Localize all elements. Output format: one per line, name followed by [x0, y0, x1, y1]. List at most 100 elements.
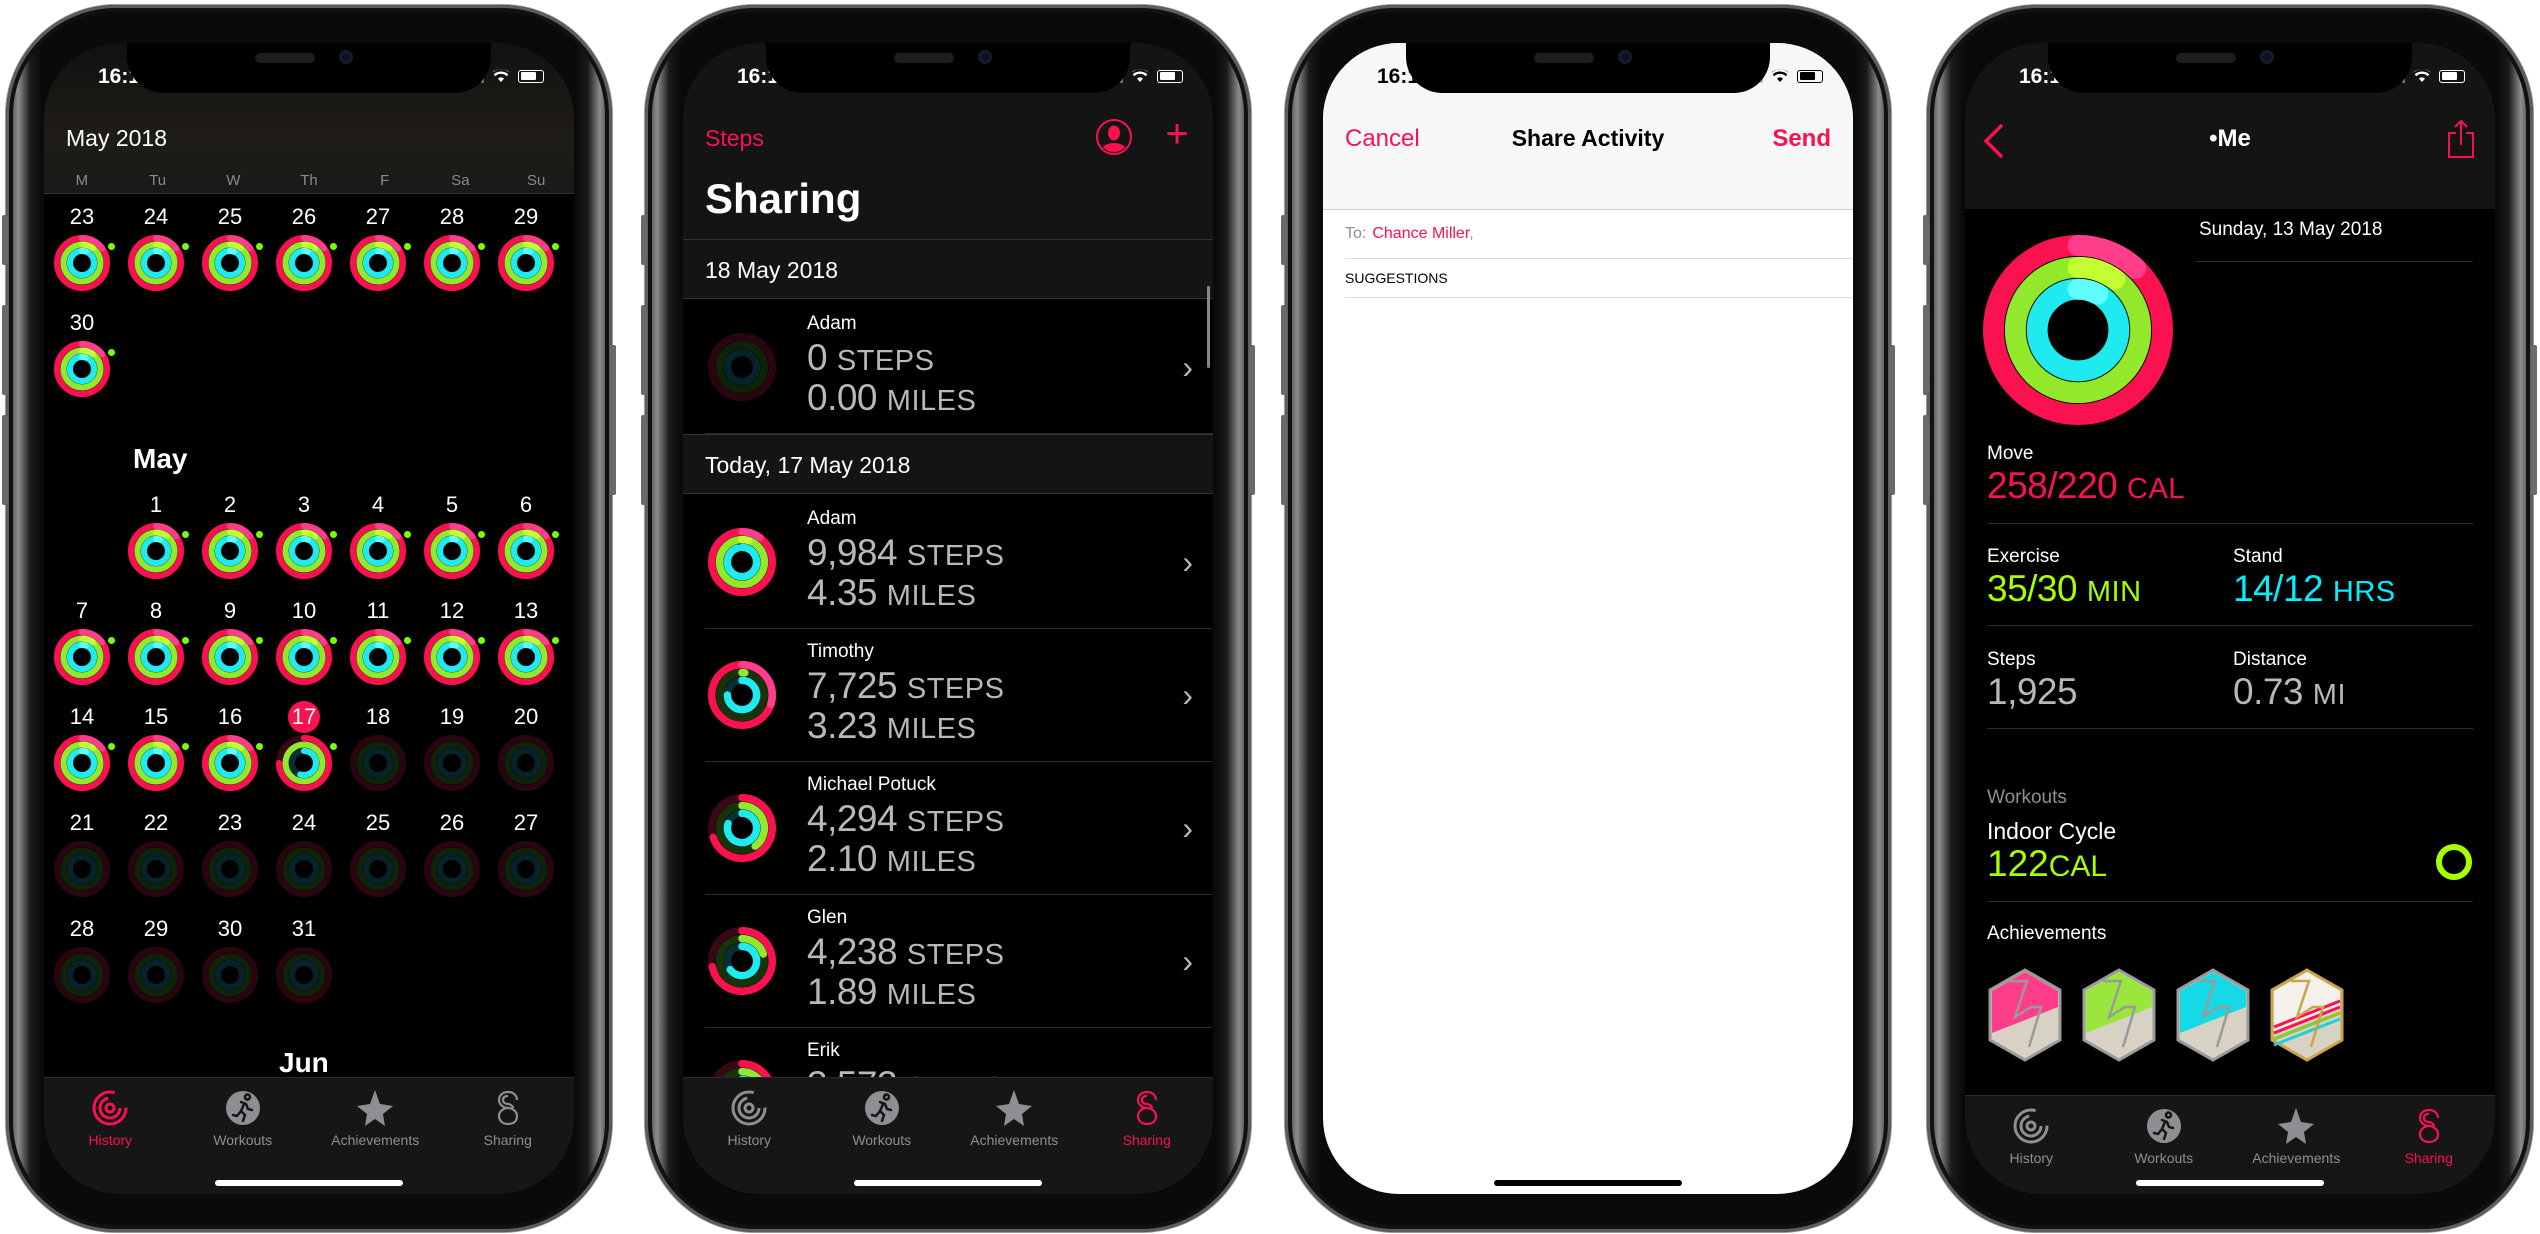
calendar-day[interactable]: 28 — [45, 913, 119, 1003]
calendar-day[interactable]: 30 — [45, 307, 119, 397]
calendar-day[interactable]: 14 — [45, 701, 119, 791]
calendar-day[interactable]: 25 — [341, 807, 415, 897]
calendar-day[interactable]: 21 — [45, 807, 119, 897]
calendar-day[interactable]: 24 — [119, 201, 193, 291]
tab-label: Achievements — [331, 1132, 420, 1148]
move-value: 258/220 — [1987, 465, 2118, 506]
workout-dot — [108, 243, 115, 250]
calendar-day[interactable]: 23 — [193, 807, 267, 897]
friend-row[interactable]: Michael Potuck 4,294 STEPS 2.10 MILES › — [683, 762, 1213, 895]
home-indicator[interactable] — [215, 1180, 403, 1186]
exercise-ring-progress — [738, 535, 753, 545]
calendar-day[interactable]: 27 — [489, 807, 563, 897]
calendar-day[interactable]: 16 — [193, 701, 267, 791]
move-stat: Move 258/220 CAL — [1987, 443, 2185, 507]
steps-unit: STEPS — [836, 345, 935, 377]
day-activity-rings — [128, 735, 184, 791]
day-number: 15 — [143, 704, 169, 729]
day-activity-rings — [202, 947, 258, 1003]
calendar-day[interactable]: 8 — [119, 595, 193, 685]
home-indicator[interactable] — [854, 1180, 1042, 1186]
steps-link[interactable]: Steps — [705, 125, 764, 152]
calendar-day[interactable]: 18 — [341, 701, 415, 791]
calendar-day[interactable]: 28 — [415, 201, 489, 291]
perfect-week-badge[interactable] — [2269, 967, 2345, 1063]
scrollbar[interactable] — [1207, 286, 1210, 368]
move-badge[interactable] — [1987, 967, 2063, 1063]
calendar-day[interactable]: 26 — [267, 201, 341, 291]
history-tab-icon — [92, 1090, 128, 1126]
workout-dot — [330, 743, 337, 750]
calendar-day[interactable]: 26 — [415, 807, 489, 897]
calendar-day[interactable]: 5 — [415, 489, 489, 579]
calendar-day[interactable]: 29 — [119, 913, 193, 1003]
calendar-day[interactable]: 13 — [489, 595, 563, 685]
tab-sharing[interactable]: Sharing — [442, 1078, 575, 1194]
calendar-day[interactable]: 2 — [193, 489, 267, 579]
profile-icon[interactable] — [1095, 118, 1133, 156]
calendar-day[interactable]: 24 — [267, 807, 341, 897]
stand-ring — [510, 535, 542, 567]
calendar-day[interactable]: 29 — [489, 201, 563, 291]
calendar-day[interactable]: 23 — [45, 201, 119, 291]
day-number: 19 — [439, 704, 465, 729]
home-indicator[interactable] — [1494, 1180, 1682, 1186]
friend-row[interactable]: Timothy 7,725 STEPS 3.23 MILES › — [683, 629, 1213, 762]
calendar-day[interactable]: 25 — [193, 201, 267, 291]
day-number: 8 — [149, 598, 163, 623]
exercise-badge[interactable] — [2081, 967, 2157, 1063]
stand-badge[interactable] — [2175, 967, 2251, 1063]
tab-achievements[interactable]: Achievements — [948, 1078, 1081, 1194]
calendar-day[interactable]: 11 — [341, 595, 415, 685]
day-activity-rings — [128, 841, 184, 897]
tab-sharing[interactable]: Sharing — [1081, 1078, 1214, 1194]
workout-dot — [256, 637, 263, 644]
calendar-day[interactable]: 15 — [119, 701, 193, 791]
calendar-day[interactable]: 4 — [341, 489, 415, 579]
calendar-day[interactable]: 17 — [267, 701, 341, 791]
stand-ring — [362, 247, 394, 279]
calendar-day[interactable]: 9 — [193, 595, 267, 685]
share-icon[interactable] — [2447, 119, 2475, 159]
calendar-day[interactable]: 6 — [489, 489, 563, 579]
stand-ring-progress — [300, 247, 311, 255]
calendar-day[interactable]: 27 — [341, 201, 415, 291]
stand-ring-progress — [226, 247, 237, 255]
day-activity-rings — [276, 629, 332, 685]
calendar-day[interactable]: 30 — [193, 913, 267, 1003]
day-activity-rings — [350, 629, 406, 685]
day-number: 26 — [439, 810, 465, 835]
calendar-day[interactable]: 20 — [489, 701, 563, 791]
to-field[interactable]: To: Chance Miller, — [1345, 209, 1853, 259]
tab-history[interactable]: History — [44, 1078, 177, 1194]
calendar-day[interactable]: 1 — [119, 489, 193, 579]
calendar-day[interactable]: 3 — [267, 489, 341, 579]
calendar-day[interactable]: 22 — [119, 807, 193, 897]
friend-row[interactable]: Adam 9,984 STEPS 4.35 MILES › — [683, 496, 1213, 629]
calendar-day[interactable]: 19 — [415, 701, 489, 791]
friend-row[interactable]: Adam 0 STEPS 0.00 MILES › — [683, 301, 1213, 434]
recipient-token[interactable]: Chance Miller — [1372, 225, 1469, 242]
tab-workouts[interactable]: Workouts — [177, 1078, 310, 1194]
calendar-day[interactable]: 10 — [267, 595, 341, 685]
day-number: 9 — [223, 598, 237, 623]
send-button[interactable]: Send — [1772, 125, 1831, 153]
calendar-day[interactable]: 7 — [45, 595, 119, 685]
tab-label: Sharing — [1122, 1132, 1171, 1148]
tab-sharing[interactable]: Sharing — [2363, 1096, 2496, 1194]
tab-achievements[interactable]: Achievements — [309, 1078, 442, 1194]
calendar-day[interactable]: 31 — [267, 913, 341, 1003]
weekday: Su — [526, 172, 546, 189]
tab-workouts[interactable]: Workouts — [816, 1078, 949, 1194]
workout-value: 122 — [1987, 843, 2049, 884]
friend-row[interactable]: Glen 4,238 STEPS 1.89 MILES › — [683, 895, 1213, 1028]
home-indicator[interactable] — [2136, 1180, 2324, 1186]
add-friend-button[interactable]: + — [1161, 114, 1193, 154]
day-number: 28 — [69, 916, 95, 941]
tab-history[interactable]: History — [683, 1078, 816, 1194]
exercise-ring-progress — [78, 635, 96, 646]
friend-steps: 4,294 — [807, 798, 898, 839]
calendar-day[interactable]: 12 — [415, 595, 489, 685]
tab-history[interactable]: History — [1965, 1096, 2098, 1194]
stand-ring — [288, 535, 320, 567]
